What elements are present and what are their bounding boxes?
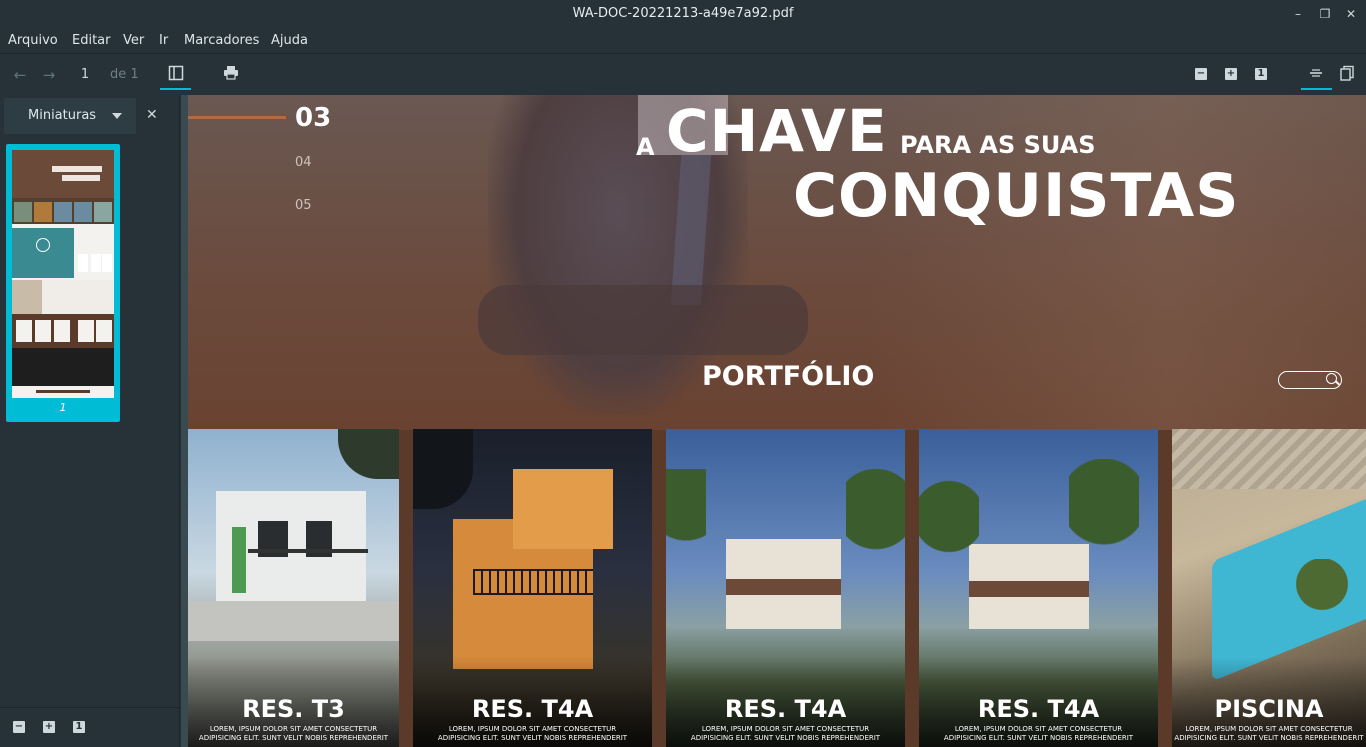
menu-ver[interactable]: Ver: [123, 33, 144, 48]
portfolio-card[interactable]: RES. T4A LOREM, IPSUM DOLOR SIT AMET CON…: [666, 429, 905, 747]
page-number-input[interactable]: 1: [70, 65, 100, 85]
menu-marcadores[interactable]: Marcadores: [184, 33, 259, 48]
card-title: RES. T3: [242, 695, 345, 723]
menu-ajuda[interactable]: Ajuda: [271, 33, 308, 48]
thumbnail-zoom-out-icon[interactable]: −: [13, 721, 25, 733]
toolbar: ← → 1 de 1 − + 1: [0, 55, 1366, 95]
search-icon: [1326, 373, 1337, 384]
card-title: RES. T4A: [724, 695, 847, 723]
chevron-down-icon: [112, 113, 122, 119]
zoom-out-icon[interactable]: −: [1195, 68, 1207, 80]
zoom-reset-icon[interactable]: 1: [1255, 68, 1267, 80]
portfolio-card[interactable]: PISCINA LOREM, IPSUM DOLOR SIT AMET CONS…: [1172, 429, 1366, 747]
page-count-label: de 1: [110, 67, 139, 82]
portfolio-heading: PORTFÓLIO: [702, 361, 875, 392]
print-icon[interactable]: [221, 65, 241, 85]
portfolio-card[interactable]: RES. T3 LOREM, IPSUM DOLOR SIT AMET CONS…: [188, 429, 399, 747]
sidebar-mode-label: Miniaturas: [28, 108, 97, 123]
slide-nav-item[interactable]: 05: [295, 198, 312, 213]
card-subtitle: LOREM, IPSUM DOLOR SIT AMET CONSECTETUR A…: [943, 725, 1134, 742]
card-subtitle: LOREM, IPSUM DOLOR SIT AMET CONSECTETUR A…: [437, 725, 628, 742]
card-title: PISCINA: [1214, 695, 1324, 723]
thumbnail-page-number: 1: [59, 401, 67, 414]
portfolio-search-field[interactable]: [1278, 371, 1342, 389]
slogan-para-as-suas: PARA AS SUAS: [900, 131, 1096, 159]
zoom-in-icon[interactable]: +: [1225, 68, 1237, 80]
card-title: RES. T4A: [977, 695, 1100, 723]
dual-page-icon[interactable]: [1337, 65, 1357, 85]
portfolio-card[interactable]: RES. T4A LOREM, IPSUM DOLOR SIT AMET CON…: [413, 429, 652, 747]
card-subtitle: LOREM, IPSUM DOLOR SIT AMET CONSECTETUR A…: [1174, 725, 1364, 742]
restore-icon[interactable]: ❐: [1317, 6, 1333, 22]
hero-banner: 03 04 05 A CHAVE PARA AS SUAS CONQUISTAS…: [188, 95, 1366, 430]
continuous-scroll-icon[interactable]: [1306, 65, 1326, 85]
sidebar-toggle-icon[interactable]: [166, 65, 186, 85]
close-icon[interactable]: ✕: [1343, 6, 1359, 22]
slide-nav-active[interactable]: 03: [295, 103, 331, 133]
slogan-word-chave: CHAVE: [666, 97, 888, 165]
slide-nav-indicator: [188, 116, 286, 119]
sidebar-zoom-controls: − + 1: [0, 707, 180, 747]
menu-ir[interactable]: Ir: [159, 33, 168, 48]
sidebar: Miniaturas ✕ 1 − + 1: [0, 95, 180, 747]
scroll-mode-active-indicator: [1301, 88, 1332, 90]
back-arrow-icon[interactable]: ←: [10, 65, 30, 85]
minimize-icon[interactable]: –: [1290, 6, 1306, 22]
pdf-page: 03 04 05 A CHAVE PARA AS SUAS CONQUISTAS…: [188, 95, 1366, 747]
menu-editar[interactable]: Editar: [72, 33, 111, 48]
thumbnail-zoom-in-icon[interactable]: +: [43, 721, 55, 733]
slogan-word-conquistas: CONQUISTAS: [793, 161, 1240, 231]
card-subtitle: LOREM, IPSUM DOLOR SIT AMET CONSECTETUR A…: [690, 725, 881, 742]
portfolio-card[interactable]: RES. T4A LOREM, IPSUM DOLOR SIT AMET CON…: [919, 429, 1158, 747]
close-sidebar-icon[interactable]: ✕: [146, 107, 158, 123]
title-bar: WA-DOC-20221213-a49e7a92.pdf – ❐ ✕: [0, 0, 1366, 28]
card-title: RES. T4A: [471, 695, 594, 723]
thumbnail-preview: [12, 150, 114, 398]
page-thumbnail[interactable]: 1: [6, 144, 120, 422]
card-subtitle: LOREM, IPSUM DOLOR SIT AMET CONSECTETUR A…: [198, 725, 389, 742]
menu-arquivo[interactable]: Arquivo: [8, 33, 58, 48]
window-title: WA-DOC-20221213-a49e7a92.pdf: [572, 6, 794, 21]
slide-nav-item[interactable]: 04: [295, 155, 312, 170]
document-view[interactable]: 03 04 05 A CHAVE PARA AS SUAS CONQUISTAS…: [181, 95, 1366, 747]
menu-bar: Arquivo Editar Ver Ir Marcadores Ajuda: [0, 28, 1366, 54]
slogan-word-a: A: [636, 133, 655, 161]
thumbnail-zoom-reset-icon[interactable]: 1: [73, 721, 85, 733]
sidebar-toggle-active-indicator: [160, 88, 191, 90]
forward-arrow-icon[interactable]: →: [39, 65, 59, 85]
sidebar-mode-dropdown[interactable]: Miniaturas: [4, 98, 136, 134]
